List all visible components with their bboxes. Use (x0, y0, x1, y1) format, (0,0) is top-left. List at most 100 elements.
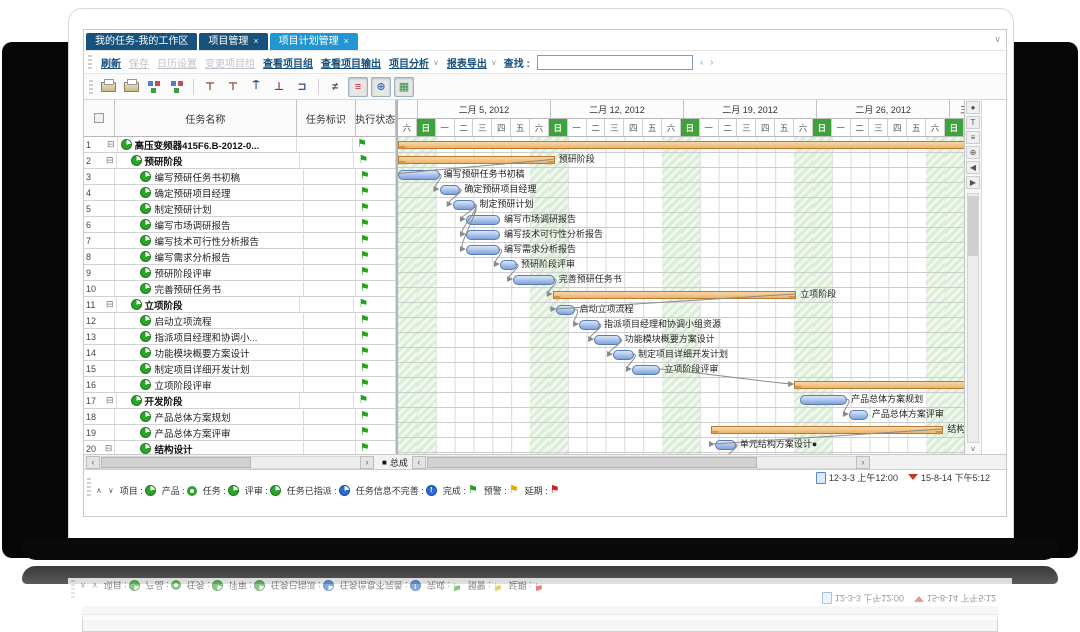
summary-bar[interactable] (398, 156, 555, 164)
summary-bar[interactable] (553, 291, 796, 299)
table-row[interactable]: 15制定项目详细开发计划⚑ (84, 361, 396, 377)
task-bar[interactable] (513, 275, 555, 285)
menu-item-刷新[interactable]: 刷新 (101, 55, 121, 70)
scroll-top-icon[interactable]: ● (966, 101, 980, 114)
gantt-scroll-right-icon[interactable]: › (856, 456, 870, 469)
table-row[interactable]: 14功能模块概要方案设计⚑ (84, 345, 396, 361)
task-name-cell[interactable]: 制定预研计划 (115, 201, 303, 216)
search-next-icon[interactable]: › (710, 57, 713, 68)
statusbar-drag-handle[interactable] (71, 580, 75, 598)
table-row[interactable]: 7编写技术可行性分析报告⚑ (84, 233, 396, 249)
collapse-icon[interactable]: ⊟ (107, 140, 115, 149)
task-name-cell[interactable]: 立项阶段评审 (115, 377, 303, 392)
print-icon[interactable] (98, 77, 118, 97)
crosshair-toggle[interactable]: ⊕ (371, 77, 391, 97)
next-page-icon[interactable]: ▶ (966, 176, 980, 189)
menu-item-查看项目组[interactable]: 查看项目组 (263, 55, 313, 70)
table-row[interactable]: 9预研阶段评审⚑ (84, 265, 396, 281)
table-row[interactable]: 20⊟结构设计⚑ (84, 441, 396, 454)
prev-page-icon[interactable]: ◀ (966, 161, 980, 174)
collapse-panel-icon[interactable]: ∧ (80, 581, 86, 590)
statusbar-drag-handle[interactable] (87, 478, 91, 496)
task-bar[interactable] (398, 170, 440, 180)
task-name-cell[interactable]: 产品总体方案规划 (115, 409, 303, 424)
tab-2[interactable]: 项目管理× (199, 33, 267, 50)
task-bar[interactable] (500, 260, 517, 270)
task-name-cell[interactable]: 高压变频器415F6.B-2012-0... (118, 137, 297, 152)
tab-3[interactable]: 项目计划管理× (270, 33, 358, 50)
search-prev-icon[interactable]: ‹ (700, 57, 703, 68)
task-bar[interactable] (632, 365, 660, 375)
column-header-任务名称[interactable]: 任务名称 (115, 100, 298, 136)
chevron-down-icon[interactable]: ∨ (433, 58, 439, 67)
tab-close-icon[interactable]: × (344, 36, 349, 46)
task-bar[interactable] (849, 410, 868, 420)
task-name-cell[interactable]: 确定预研项目经理 (115, 185, 303, 200)
tab-close-icon[interactable]: × (253, 36, 258, 46)
column-header-执行状态[interactable]: 执行状态 (356, 100, 396, 136)
collapse-icon[interactable]: ⊟ (106, 396, 114, 405)
task-name-cell[interactable]: 制定项目详细开发计划 (115, 361, 303, 376)
column-header-任务标识[interactable]: 任务标识 (297, 100, 355, 136)
zoom-in-icon[interactable]: ⊤ (223, 77, 243, 97)
table-row[interactable]: 10完善预研任务书⚑ (84, 281, 396, 297)
table-row[interactable]: 13指派项目经理和协调小...⚑ (84, 329, 396, 345)
summary-bar[interactable] (711, 426, 943, 434)
gantt-v-scrollbar[interactable] (967, 193, 979, 443)
task-bar[interactable] (594, 335, 621, 345)
task-bar[interactable] (453, 200, 476, 210)
chevron-down-icon[interactable]: ∨ (994, 34, 1001, 45)
critical-path-toggle[interactable]: ≡ (348, 77, 368, 97)
task-bar[interactable] (715, 440, 736, 450)
task-name-cell[interactable]: 预研阶段 (117, 153, 301, 168)
table-row[interactable]: 18产品总体方案规划⚑ (84, 409, 396, 425)
select-all-checkbox[interactable] (94, 113, 104, 123)
scroll-left-icon[interactable]: ‹ (86, 456, 100, 469)
zoom-out-icon[interactable]: ⍑ (246, 77, 266, 97)
table-row[interactable]: 11⊟立项阶段⚑ (84, 297, 396, 313)
task-name-cell[interactable]: 开发阶段 (117, 393, 301, 408)
task-name-cell[interactable]: 功能模块概要方案设计 (115, 345, 303, 360)
collapse-icon[interactable]: ⊟ (106, 156, 114, 165)
v-scroll-thumb[interactable] (968, 196, 978, 256)
expand-panel-icon[interactable]: ∨ (92, 581, 98, 590)
task-bar[interactable] (613, 350, 634, 360)
table-row[interactable]: 8编写需求分析报告⚑ (84, 249, 396, 265)
table-row[interactable]: 1⊟高压变频器415F6.B-2012-0...⚑ (84, 137, 396, 153)
menu-item-项目分析[interactable]: 项目分析 (389, 55, 429, 70)
collapse-icon[interactable]: ⊟ (105, 444, 113, 453)
search-input[interactable] (537, 55, 693, 70)
collapse-panel-icon[interactable]: ∧ (96, 486, 102, 495)
task-bar[interactable] (579, 320, 600, 330)
task-name-cell[interactable]: 编写技术可行性分析报告 (115, 233, 303, 248)
table-row[interactable]: 19产品总体方案评审⚑ (84, 425, 396, 441)
center-view-icon[interactable]: ⊕ (966, 146, 980, 159)
summary-bar[interactable] (398, 141, 965, 149)
task-bar[interactable] (800, 395, 847, 405)
table-row[interactable]: 4确定预研项目经理⚑ (84, 185, 396, 201)
task-name-cell[interactable]: 编写市场调研报告 (115, 217, 303, 232)
task-name-cell[interactable]: 编写预研任务书初稿 (115, 169, 303, 184)
gantt-scroll-left-icon[interactable]: ‹ (412, 456, 426, 469)
table-row[interactable]: 3编写预研任务书初稿⚑ (84, 169, 396, 185)
task-name-cell[interactable]: 立项阶段 (117, 297, 301, 312)
task-bar[interactable] (440, 185, 461, 195)
table-row[interactable]: 12启动立项流程⚑ (84, 313, 396, 329)
table-row[interactable]: 17⊟开发阶段⚑ (84, 393, 396, 409)
table-row[interactable]: 6编写市场调研报告⚑ (84, 217, 396, 233)
gantt-h-scrollbar[interactable]: ‹ › (412, 457, 870, 468)
task-name-cell[interactable]: 结构设计 (115, 441, 303, 454)
scroll-down-icon[interactable]: ˅ (971, 445, 976, 454)
menu-item-报表导出[interactable]: 报表导出 (447, 55, 487, 70)
task-name-cell[interactable]: 完善预研任务书 (115, 281, 303, 296)
task-name-cell[interactable]: 预研阶段评审 (115, 265, 303, 280)
table-row[interactable]: 16立项阶段评审⚑ (84, 377, 396, 393)
iconbar-drag-handle[interactable] (89, 80, 93, 94)
unlink-tasks-icon[interactable] (167, 77, 187, 97)
menu-item-查看项目输出[interactable]: 查看项目输出 (321, 55, 381, 70)
column-header-select[interactable] (84, 100, 115, 136)
task-name-cell[interactable]: 编写需求分析报告 (115, 249, 303, 264)
task-bar[interactable] (466, 245, 500, 255)
tab-1[interactable]: 我的任务-我的工作区 (86, 33, 197, 50)
gantt-style-toggle[interactable]: ▦ (394, 77, 414, 97)
